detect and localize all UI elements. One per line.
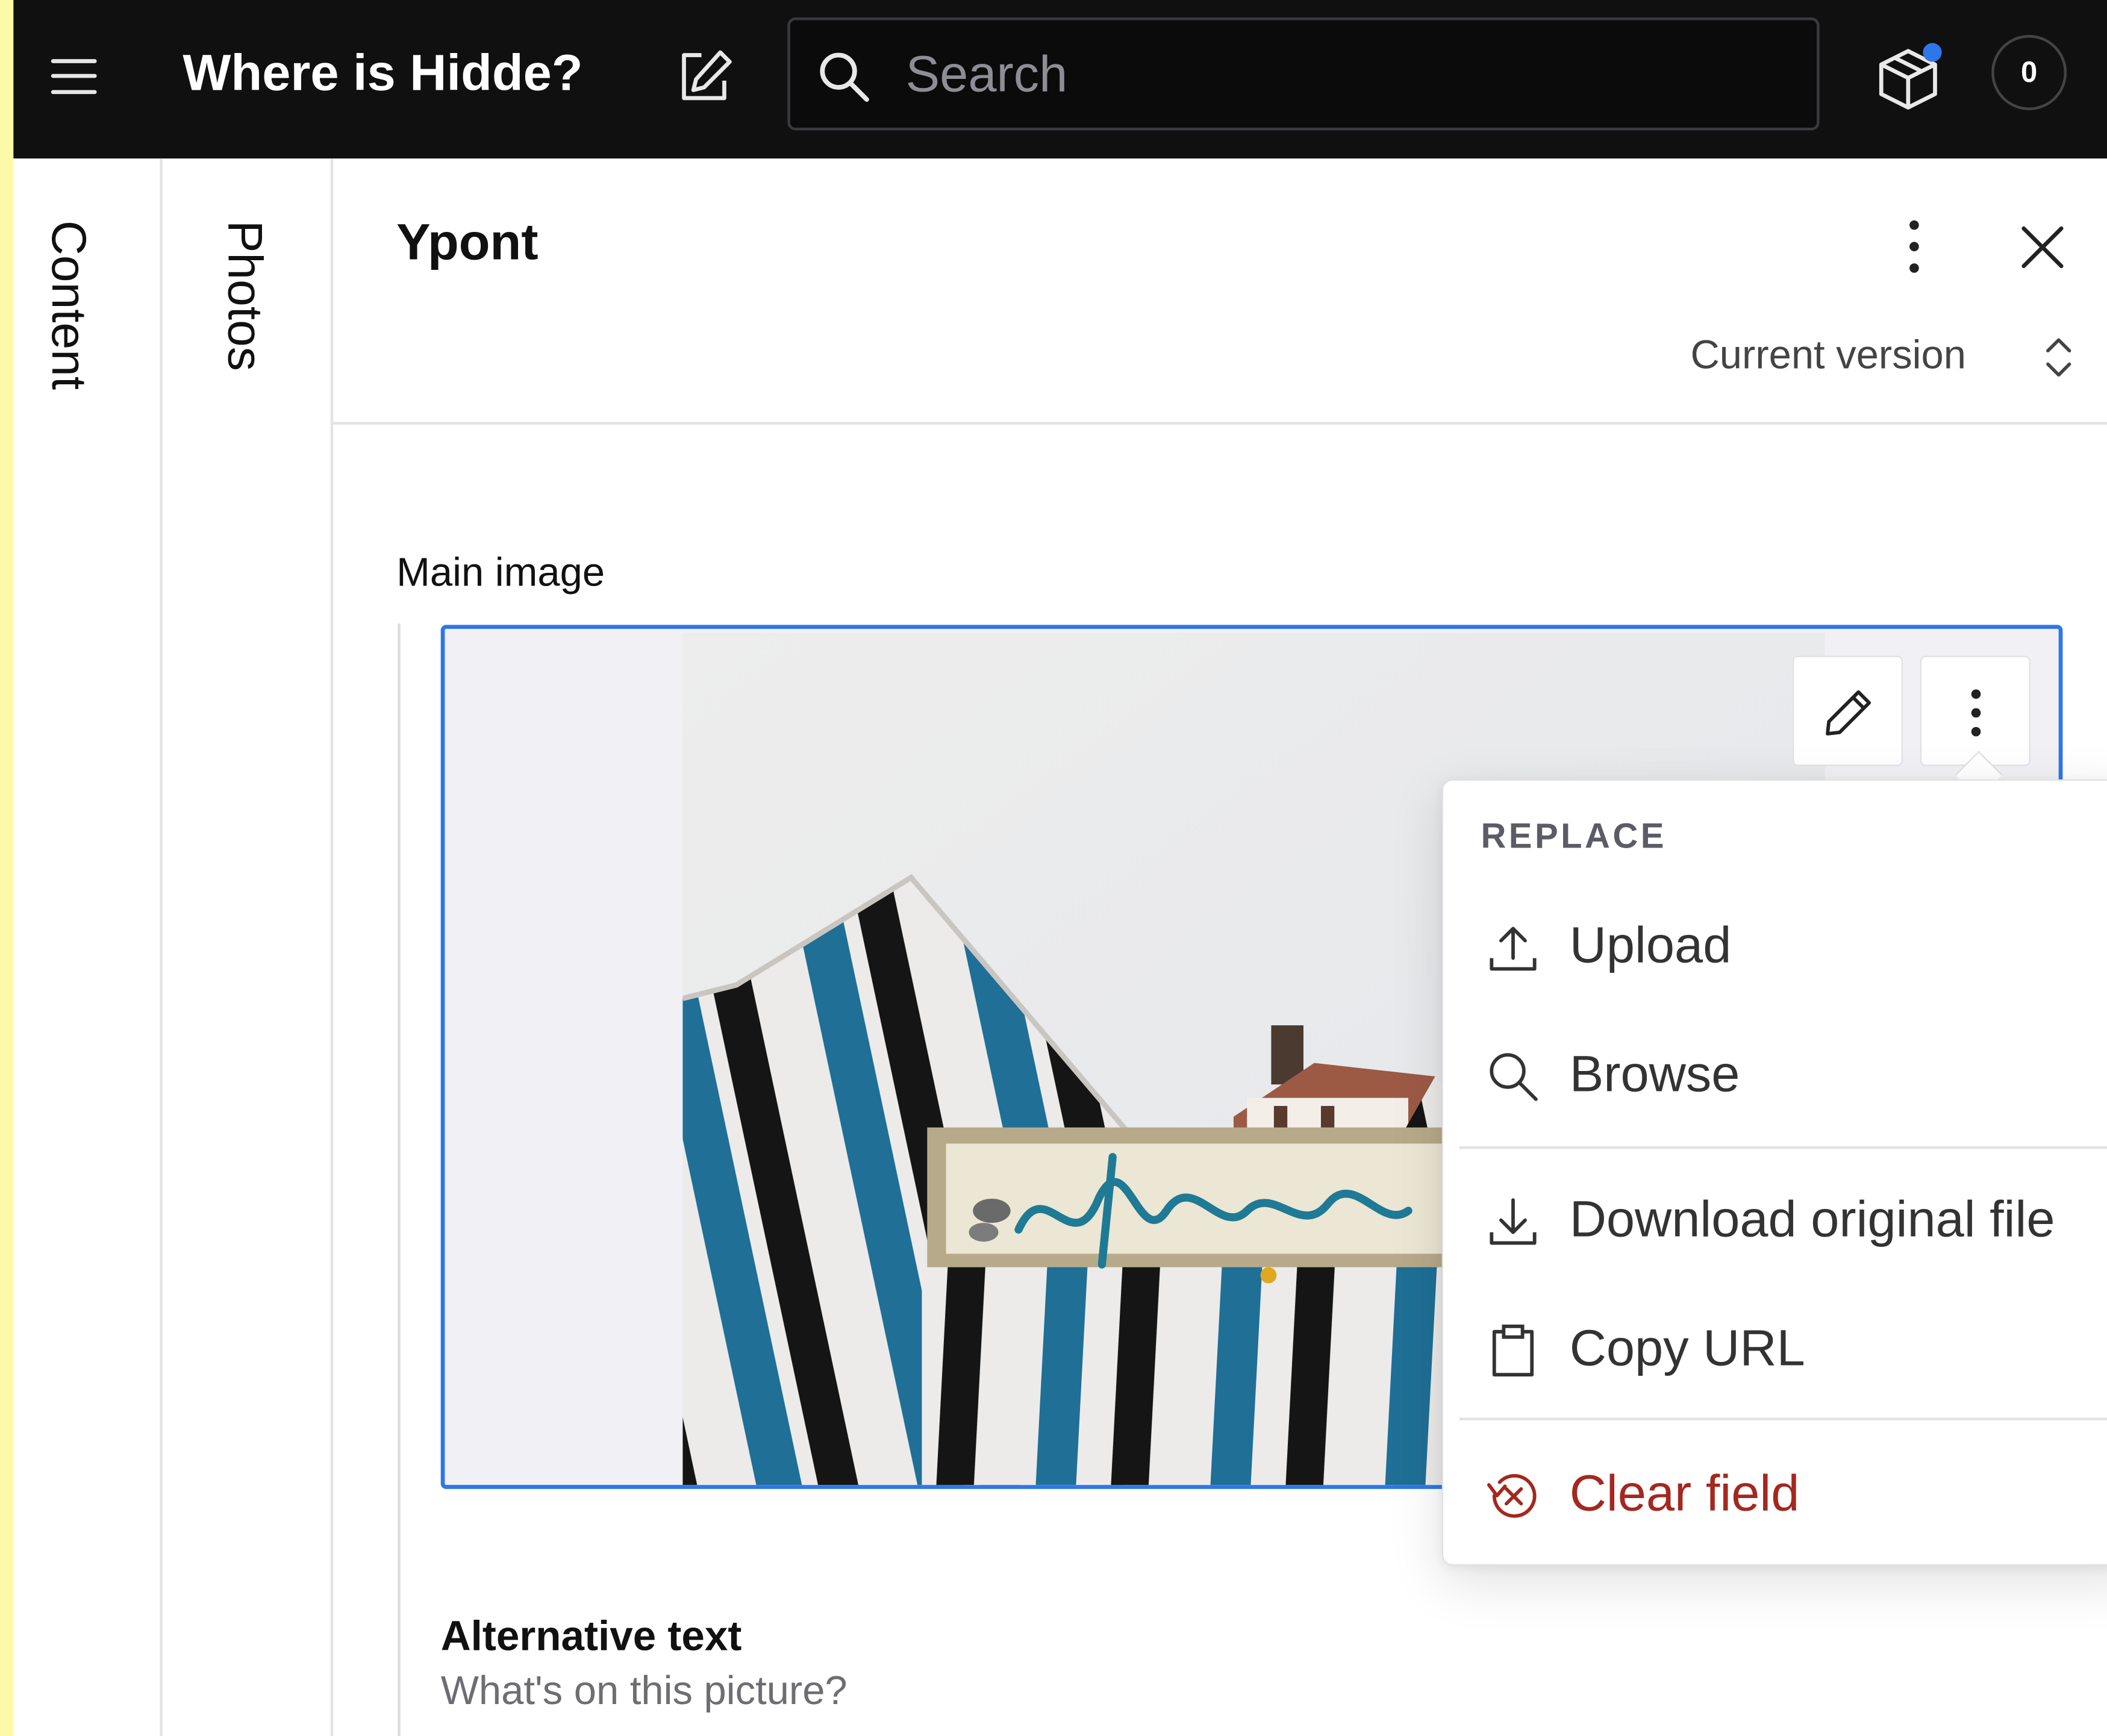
pane-content[interactable]: Content (13, 158, 163, 1736)
header-divider (333, 422, 2107, 425)
download-icon (1490, 1198, 1537, 1245)
menu-item-upload[interactable]: Upload (1443, 894, 2107, 1001)
search-icon (1490, 1053, 1538, 1101)
more-options-icon[interactable] (1895, 217, 1932, 276)
main-image-label: Main image (396, 551, 605, 596)
menu-item-clear-field[interactable]: Clear field (1443, 1442, 2107, 1549)
chevron-up-down-icon[interactable] (2040, 331, 2077, 384)
document-title: Ypont (396, 214, 538, 272)
menu-item-download[interactable]: Download original file (1443, 1168, 2107, 1275)
search-icon (817, 50, 870, 104)
clipboard-icon (1492, 1324, 1534, 1377)
menu-item-label: Browse (1569, 1046, 1740, 1104)
pane-photos[interactable]: Photos (162, 158, 334, 1736)
reset-icon (1487, 1474, 1537, 1518)
top-navbar: Where is Hidde? Search 0 (13, 0, 2107, 159)
app-title[interactable]: Where is Hidde? (183, 46, 582, 104)
version-selector-label[interactable]: Current version (1690, 333, 1966, 379)
image-options-menu: REPLACE Upload Browse Download original … (1441, 779, 2107, 1566)
menu-item-label: Clear field (1569, 1466, 1800, 1523)
menu-divider (1459, 1146, 2107, 1149)
package-icon[interactable] (1873, 40, 1946, 116)
menu-item-label: Upload (1569, 917, 1732, 975)
upload-icon (1490, 926, 1537, 971)
alt-text-label: Alternative text (440, 1613, 742, 1660)
pencil-icon (1826, 690, 1871, 735)
menu-divider (1459, 1417, 2107, 1421)
studio-app: Where is Hidde? Search 0 Content Photos … (0, 0, 2107, 1736)
edge-strip (0, 0, 14, 1736)
search-placeholder: Search (905, 47, 1068, 104)
pane-title-photos[interactable]: Photos (216, 220, 272, 371)
field-group-line (398, 623, 401, 1736)
menu-item-label: Copy URL (1569, 1320, 1805, 1378)
menu-item-copy-url[interactable]: Copy URL (1443, 1297, 2107, 1404)
menu-icon[interactable] (51, 54, 99, 99)
menu-item-browse[interactable]: Browse (1443, 1023, 2107, 1130)
presence-count-badge[interactable]: 0 (1991, 35, 2067, 110)
compose-icon[interactable] (675, 46, 737, 108)
menu-item-label: Download original file (1569, 1191, 2055, 1249)
search-input[interactable]: Search (787, 17, 1820, 131)
alt-text-description: What's on this picture? (440, 1669, 847, 1714)
image-options-button[interactable] (1920, 655, 2031, 766)
pane-title-content[interactable]: Content (40, 220, 96, 390)
close-icon[interactable] (2015, 220, 2069, 274)
edit-image-button[interactable] (1793, 655, 1903, 766)
menu-section-header: REPLACE (1481, 816, 1667, 857)
